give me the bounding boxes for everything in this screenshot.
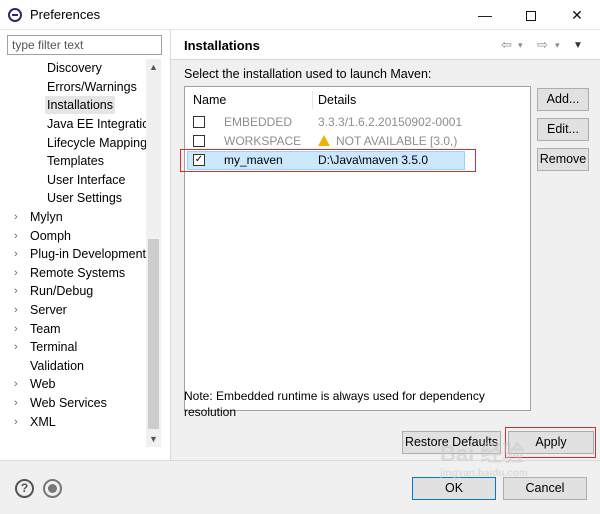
tree-item-label: Terminal — [30, 340, 78, 354]
annotation-highlight-my-maven — [180, 149, 476, 172]
tree-item-label: Discovery — [47, 61, 102, 75]
remove-button[interactable]: Remove — [537, 148, 589, 171]
forward-dropdown-icon[interactable]: ▾ — [555, 40, 560, 51]
window-title: Preferences — [30, 7, 101, 22]
installation-prompt: Select the installation used to launch M… — [184, 67, 432, 81]
tree-item-label: Web Services — [30, 396, 107, 410]
installation-name: EMBEDDED — [224, 115, 293, 129]
view-menu-icon[interactable]: ▼ — [573, 40, 583, 51]
installations-page: Installations ⇦ ▾ ⇨ ▾ ▼ Select the insta… — [171, 30, 600, 460]
embedded-runtime-note: Note: Embedded runtime is always used fo… — [184, 389, 485, 419]
installation-name: WORKSPACE — [224, 134, 302, 148]
tree-item-label: Web — [30, 377, 56, 391]
tree-item-label: User Settings — [47, 191, 123, 205]
tree-item-label: Java EE Integratio — [47, 117, 146, 131]
tree-item-label: Server — [30, 303, 67, 317]
chevron-right-icon[interactable]: › — [14, 264, 24, 282]
chevron-right-icon[interactable]: › — [14, 208, 24, 226]
page-title: Installations — [184, 38, 260, 53]
maximize-icon — [526, 11, 536, 22]
tree-item-label: User Interface — [47, 173, 126, 187]
watermark-logo: Bai 经验 jingyan.baidu.com — [440, 440, 590, 500]
watermark-subtext: jingyan.baidu.com — [440, 468, 528, 479]
record-icon[interactable] — [43, 479, 62, 498]
tree-item-label: Run/Debug — [30, 284, 94, 298]
tree-item-label: Lifecycle Mapping — [47, 136, 146, 150]
tree-item-label: Errors/Warnings — [47, 80, 137, 94]
back-arrow-icon[interactable]: ⇦ — [501, 37, 512, 53]
title-bar: Preferences — ✕ — [0, 0, 600, 30]
minimize-button[interactable]: — — [462, 0, 508, 30]
tree-item-label: Templates — [47, 154, 104, 168]
chevron-right-icon[interactable]: › — [14, 301, 24, 319]
tree-item-label: Team — [30, 322, 61, 336]
tree-scrollbar[interactable]: ▲ ▼ — [146, 59, 161, 447]
installation-details: NOT AVAILABLE [3.0,) — [336, 134, 458, 148]
forward-arrow-icon[interactable]: ⇨ — [537, 37, 548, 53]
maximize-button[interactable] — [508, 0, 554, 30]
installations-table: Name Details EMBEDDED 3.3.3/1.6.2.201509… — [184, 86, 531, 411]
column-header-details[interactable]: Details — [318, 93, 356, 107]
chevron-right-icon[interactable]: › — [14, 375, 24, 393]
tree-item-label: Plug-in Development — [30, 247, 146, 261]
tree-item-label: Mylyn — [30, 210, 63, 224]
row-checkbox[interactable] — [193, 116, 205, 128]
scroll-down-arrow-icon[interactable]: ▼ — [146, 431, 161, 447]
chevron-right-icon[interactable]: › — [14, 245, 24, 263]
tree-item-label: Remote Systems — [30, 266, 126, 280]
close-button[interactable]: ✕ — [554, 0, 600, 30]
chevron-right-icon[interactable]: › — [14, 394, 24, 412]
tree-item-label: Validation — [30, 359, 84, 373]
scrollbar-thumb[interactable] — [148, 239, 159, 429]
tree-item-label: XML — [30, 415, 56, 429]
chevron-right-icon[interactable]: › — [14, 413, 24, 431]
preference-tree: Discovery Errors/Warnings Installations … — [0, 59, 146, 447]
edit-button[interactable]: Edit... — [537, 118, 589, 141]
add-button[interactable]: Add... — [537, 88, 589, 111]
page-header: Installations ⇦ ▾ ⇨ ▾ ▼ — [171, 30, 600, 60]
preference-tree-pane: Discovery Errors/Warnings Installations … — [0, 30, 170, 454]
watermark-text: Bai 经验 — [440, 441, 525, 466]
chevron-right-icon[interactable]: › — [14, 282, 24, 300]
table-row-embedded[interactable]: EMBEDDED 3.3.3/1.6.2.20150902-0001 — [185, 113, 530, 132]
tree-item-label: Oomph — [30, 229, 71, 243]
column-separator[interactable] — [312, 91, 313, 109]
chevron-right-icon[interactable]: › — [14, 320, 24, 338]
eclipse-app-icon — [8, 8, 22, 22]
warning-icon — [318, 135, 330, 146]
column-header-name[interactable]: Name — [193, 93, 226, 107]
chevron-right-icon[interactable]: › — [14, 227, 24, 245]
row-checkbox[interactable] — [193, 135, 205, 147]
help-icon[interactable]: ? — [15, 479, 34, 498]
filter-input[interactable] — [7, 35, 162, 55]
back-dropdown-icon[interactable]: ▾ — [518, 40, 523, 51]
scroll-up-arrow-icon[interactable]: ▲ — [146, 59, 161, 75]
installation-details: 3.3.3/1.6.2.20150902-0001 — [318, 115, 463, 129]
tree-item-label: Installations — [45, 96, 116, 114]
chevron-right-icon[interactable]: › — [14, 338, 24, 356]
